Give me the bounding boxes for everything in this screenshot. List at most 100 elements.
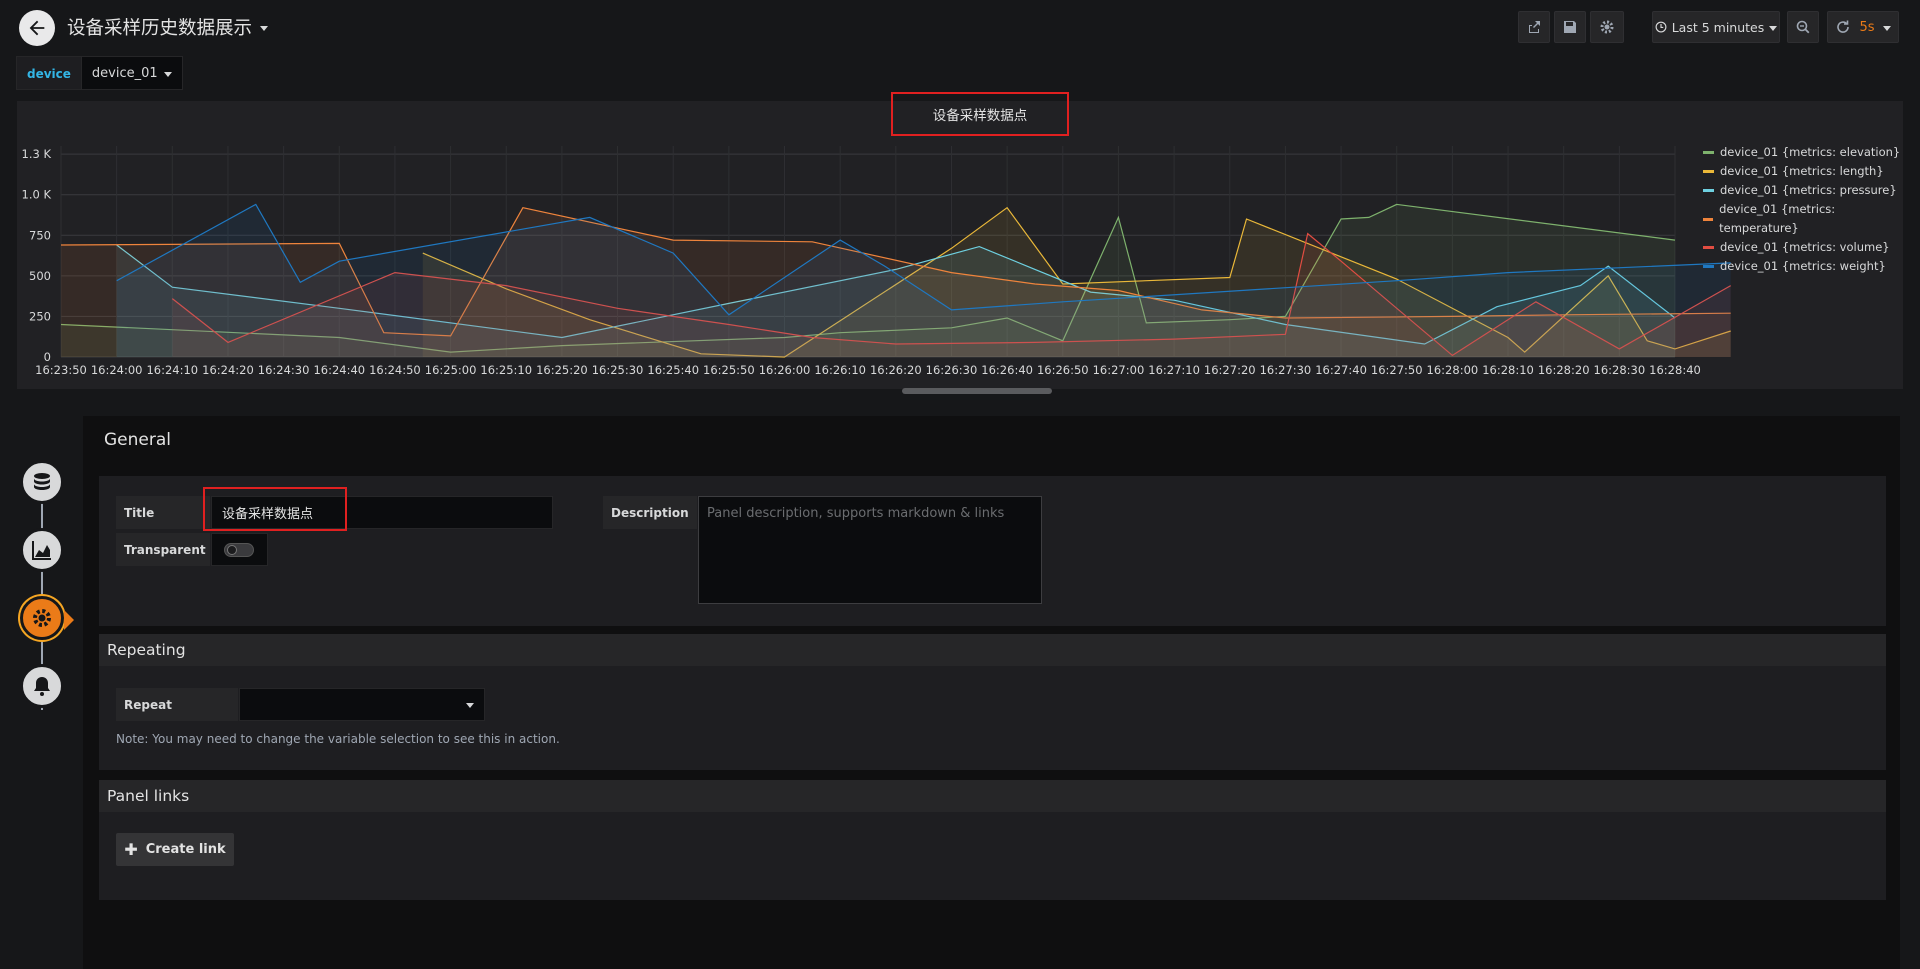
panel-resize-handle[interactable] <box>902 388 1052 394</box>
dashboard-title-dropdown[interactable]: 设备采样历史数据展示 <box>67 14 269 40</box>
legend-label: device_01 {metrics: weight} <box>1720 259 1886 273</box>
variable-label: device <box>16 56 82 90</box>
x-tick-label: 16:26:20 <box>870 363 922 377</box>
transparent-toggle[interactable] <box>224 543 254 557</box>
repeat-select[interactable] <box>239 688 485 721</box>
x-tick-label: 16:24:40 <box>313 363 365 377</box>
x-tick-label: 16:25:00 <box>425 363 477 377</box>
legend-swatch <box>1703 170 1714 173</box>
x-tick-label: 16:24:00 <box>91 363 143 377</box>
y-tick-label: 0 <box>44 350 51 364</box>
x-tick-label: 16:25:50 <box>703 363 755 377</box>
x-tick-label: 16:24:10 <box>146 363 198 377</box>
settings-button[interactable] <box>1590 11 1624 43</box>
x-tick-label: 16:25:40 <box>647 363 699 377</box>
template-variables: device device_01 <box>16 56 183 90</box>
chart-legend: device_01 {metrics: elevation} device_01 … <box>1703 143 1903 276</box>
create-link-label: Create link <box>145 842 226 857</box>
tab-alert[interactable] <box>20 664 64 708</box>
x-tick-label: 16:27:10 <box>1148 363 1200 377</box>
x-tick-label: 16:28:00 <box>1427 363 1479 377</box>
line-chart[interactable]: 02505007501.0 K1.3 K16:23:50 16:24:00 16:2… <box>17 101 1903 389</box>
toggle-knob <box>227 545 237 555</box>
refresh-picker[interactable]: 5s <box>1827 11 1899 43</box>
repeat-label: Repeat <box>116 688 238 721</box>
x-tick-label: 16:28:10 <box>1482 363 1534 377</box>
share-button[interactable] <box>1518 11 1550 43</box>
tab-general[interactable] <box>20 596 64 640</box>
tab-queries[interactable] <box>20 460 64 504</box>
top-navbar: 设备采样历史数据展示 Last 5 minutes 5s <box>0 0 1920 54</box>
back-button[interactable] <box>19 10 55 46</box>
create-link-button[interactable]: ✚ Create link <box>116 833 234 866</box>
x-tick-label: 16:25:20 <box>536 363 588 377</box>
x-tick-label: 16:26:10 <box>814 363 866 377</box>
bell-icon <box>34 677 50 696</box>
clock-icon <box>1655 21 1667 33</box>
share-icon <box>1529 21 1540 33</box>
active-tab-pointer <box>64 610 74 630</box>
legend-item[interactable]: device_01 {metrics: elevation} <box>1703 143 1903 162</box>
x-tick-label: 16:28:20 <box>1538 363 1590 377</box>
time-range-picker[interactable]: Last 5 minutes <box>1652 11 1780 43</box>
x-tick-label: 16:26:50 <box>1037 363 1089 377</box>
editor-tab-rail <box>20 460 64 720</box>
graph-panel: 0 250 500 750 1.0 K 1.3 K 16:23:50 16:24:00 16:2… <box>17 92 1903 394</box>
repeating-options: Repeat Note: You may need to change the … <box>99 666 1886 770</box>
x-tick-label: 16:26:30 <box>926 363 978 377</box>
description-label: Description <box>603 496 697 529</box>
x-tick-label: 16:24:50 <box>369 363 421 377</box>
chevron-down-icon <box>260 26 269 31</box>
x-tick-label: 16:25:30 <box>592 363 644 377</box>
panel-editor: General Title 设备采样数据点 Transparent Descri… <box>83 416 1900 969</box>
description-placeholder: Panel description, supports markdown & l… <box>707 506 1005 521</box>
x-tick-label: 16:27:30 <box>1260 363 1312 377</box>
legend-label: device_01 {metrics: elevation} <box>1720 145 1901 159</box>
transparent-label: Transparent <box>116 533 210 566</box>
y-tick-label: 250 <box>29 309 51 323</box>
x-tick-label: 16:27:00 <box>1093 363 1145 377</box>
area-chart-icon <box>32 541 51 560</box>
zoom-out-button[interactable] <box>1787 11 1819 43</box>
x-tick-label: 16:26:00 <box>759 363 811 377</box>
y-tick-label: 750 <box>29 228 51 242</box>
legend-swatch <box>1703 151 1714 154</box>
refresh-interval: 5s <box>1859 19 1875 35</box>
transparent-switch-container <box>211 533 268 566</box>
legend-label: device_01 {metrics: pressure} <box>1720 183 1897 197</box>
description-textarea[interactable]: Panel description, supports markdown & l… <box>698 496 1042 604</box>
legend-label: device_01 {metrics: length} <box>1720 164 1884 178</box>
chevron-down-icon <box>466 703 474 708</box>
x-tick-label: 16:23:50 <box>35 363 87 377</box>
y-tick-label: 1.0 K <box>22 188 52 202</box>
legend-item[interactable]: device_01 {metrics: weight} <box>1703 257 1903 276</box>
x-tick-label: 16:24:20 <box>202 363 254 377</box>
legend-item[interactable]: device_01 {metrics: pressure} <box>1703 181 1903 200</box>
gear-icon <box>1600 20 1614 34</box>
x-tick-label: 16:24:30 <box>258 363 310 377</box>
time-range-label: Last 5 minutes <box>1671 19 1765 35</box>
legend-item[interactable]: device_01 {metrics: temperature} <box>1703 200 1903 238</box>
x-tick-label: 16:28:40 <box>1649 363 1701 377</box>
legend-item[interactable]: device_01 {metrics: length} <box>1703 162 1903 181</box>
legend-item[interactable]: device_01 {metrics: volume} <box>1703 238 1903 257</box>
database-icon <box>34 473 50 490</box>
x-tick-label: 16:27:50 <box>1371 363 1423 377</box>
x-tick-label: 16:25:10 <box>480 363 532 377</box>
plus-icon: ✚ <box>124 839 138 859</box>
variable-select-device[interactable]: device_01 <box>81 56 183 90</box>
chevron-down-icon <box>1882 26 1891 31</box>
save-icon <box>1564 21 1576 33</box>
tab-visualization[interactable] <box>20 528 64 572</box>
variable-value: device_01 <box>91 65 158 81</box>
panel-title[interactable]: 设备采样数据点 <box>891 92 1069 136</box>
x-tick-label: 16:28:30 <box>1594 363 1646 377</box>
general-section-title: General <box>104 430 171 450</box>
arrow-left-icon <box>29 20 45 36</box>
title-label: Title <box>116 496 210 529</box>
legend-label: device_01 {metrics: temperature} <box>1719 202 1836 235</box>
save-dashboard-button[interactable] <box>1554 11 1586 43</box>
title-field-highlight <box>203 487 347 531</box>
panel-links-options: ✚ Create link <box>99 812 1886 900</box>
legend-swatch <box>1703 265 1714 268</box>
